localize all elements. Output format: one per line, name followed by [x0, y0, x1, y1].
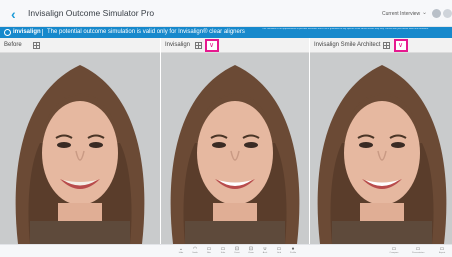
tool-zoom[interactable]: ⊡ Zoom — [245, 246, 257, 257]
settings-icon[interactable] — [432, 9, 441, 18]
banner-message: The potential outcome simulation is vali… — [47, 29, 245, 35]
bottom-toolbar: ⌄ Hide ◠ Smile ▭ Bite ▭ Side ⊡ Front ⊡ Z… — [0, 244, 452, 257]
app-title: Invisalign Outcome Simulator Pro — [28, 8, 155, 18]
tool-label: Side — [220, 252, 226, 254]
panel-invisalign: Invisalign ∨ — [161, 38, 309, 244]
tool-label: Arch — [262, 252, 268, 254]
panel-header: Invisalign ∨ — [161, 38, 309, 53]
tool-label: Grid — [276, 252, 282, 254]
back-button[interactable]: ‹ — [11, 7, 23, 21]
tool-label: Smile — [192, 252, 198, 254]
panel-header: Invisalign Smile Architect ∨ — [310, 38, 452, 53]
chevron-down-icon: ∨ — [398, 42, 404, 49]
grid-icon[interactable] — [33, 42, 40, 49]
chevron-down-icon: ∨ — [209, 42, 215, 49]
invisalign-logo-icon — [4, 29, 11, 36]
banner-disclaimer: This simulation is an approximation of p… — [262, 28, 429, 30]
outcome-dropdown-button[interactable]: ∨ — [394, 39, 408, 52]
panel-label: Invisalign Smile Architect — [314, 42, 381, 48]
panel-smile-architect: Invisalign Smile Architect ∨ — [310, 38, 452, 244]
panel-label: Before — [4, 42, 22, 48]
tool-label: Front — [234, 252, 240, 254]
tool-profile[interactable]: ● Profile — [287, 246, 299, 257]
tool-arch[interactable]: ∪ Arch — [259, 246, 271, 257]
tool-presentation[interactable]: ▭ Presentation — [412, 246, 424, 257]
tool-label: Bite — [207, 252, 211, 254]
outcome-dropdown-button[interactable]: ∨ — [205, 39, 219, 52]
panel-before: Before — [0, 38, 160, 244]
banner-brand: invisalign — [13, 29, 41, 35]
tool-export[interactable]: ▭ Export — [436, 246, 448, 257]
tool-label: Profile — [289, 252, 297, 254]
tool-label: Zoom — [248, 252, 254, 254]
title-bar: ‹ Invisalign Outcome Simulator Pro Curre… — [0, 0, 452, 27]
grid-icon[interactable] — [195, 42, 202, 49]
tool-label: Compare — [389, 252, 399, 254]
tool-front[interactable]: ⊡ Front — [231, 246, 243, 257]
tool-hide[interactable]: ⌄ Hide — [175, 246, 187, 257]
panel-divider — [160, 38, 161, 244]
patient-photo-smile-architect — [310, 53, 452, 244]
tool-label: Presentation — [412, 252, 425, 254]
tool-smile[interactable]: ◠ Smile — [189, 246, 201, 257]
patient-photo-before — [0, 53, 160, 244]
session-select[interactable]: Current Interview — [382, 11, 420, 17]
patient-photo-invisalign — [161, 53, 309, 244]
info-banner: invisalign The potential outcome simulat… — [0, 27, 452, 38]
chevron-down-icon[interactable]: ⌄ — [422, 9, 427, 16]
user-icon[interactable] — [443, 9, 452, 18]
panel-label: Invisalign — [165, 42, 191, 48]
tool-compare[interactable]: ▭ Compare — [388, 246, 400, 257]
grid-icon[interactable] — [383, 42, 390, 49]
tool-bite[interactable]: ▭ Bite — [203, 246, 215, 257]
tool-label: Hide — [178, 252, 184, 254]
tool-grid[interactable]: ▭ Grid — [273, 246, 285, 257]
tool-side[interactable]: ▭ Side — [217, 246, 229, 257]
tool-label: Export — [438, 252, 446, 254]
panel-header: Before — [0, 38, 160, 53]
panel-divider — [309, 38, 310, 244]
banner-divider — [42, 29, 43, 36]
